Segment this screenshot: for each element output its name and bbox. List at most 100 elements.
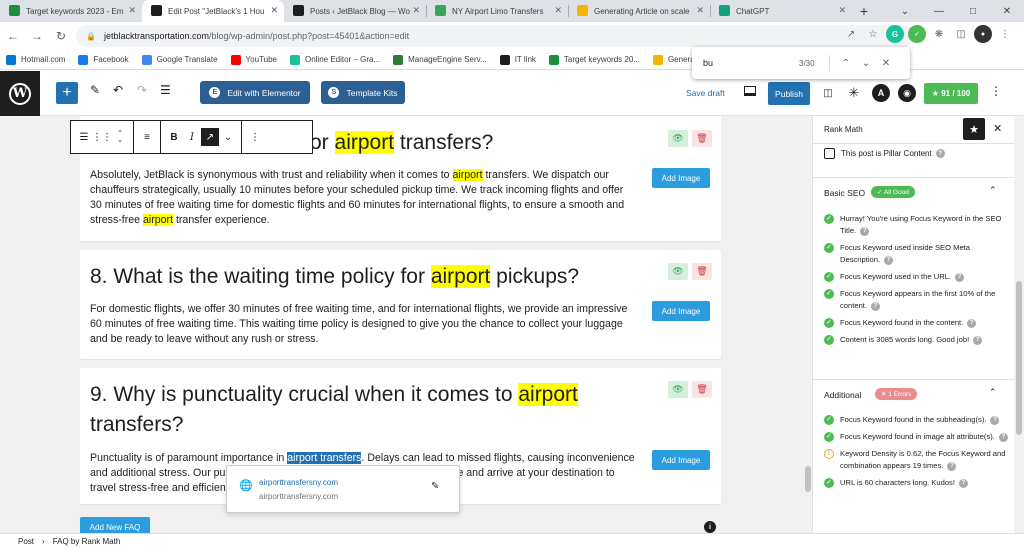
help-icon[interactable]: ?	[947, 461, 957, 471]
link-title[interactable]: airporttransfersny.com	[259, 478, 338, 487]
add-image-button[interactable]: Add Image	[652, 450, 710, 470]
eye-icon[interactable]: 👁	[668, 381, 688, 398]
address-bar[interactable]: 🔒 jetblacktransportation.com/blog/wp-adm…	[76, 25, 914, 47]
close-tab-icon[interactable]: ✕	[128, 5, 136, 16]
rank-math-score-button[interactable]: ★ 91 / 100	[924, 83, 978, 104]
bookmark-item[interactable]: ManageEngine Serv...	[387, 54, 494, 65]
save-draft-button[interactable]: Save draft	[686, 88, 725, 98]
eye-icon[interactable]: 👁	[668, 130, 688, 147]
new-tab-button[interactable]: +	[852, 0, 876, 22]
publish-button[interactable]: Publish	[768, 82, 810, 105]
move-up-down-icon[interactable]: ⌃ ⌄	[111, 128, 129, 146]
edit-with-elementor-button[interactable]: E Edit with Elementor	[200, 81, 310, 104]
tools-pen-icon[interactable]: ✎	[90, 83, 100, 97]
eye-icon[interactable]: 👁	[668, 263, 688, 280]
trash-icon[interactable]: 🗑	[692, 130, 712, 147]
faq-answer[interactable]: Absolutely, JetBlack is synonymous with …	[90, 168, 638, 228]
help-icon[interactable]: ?	[860, 226, 870, 236]
chevron-up-icon[interactable]: ⌃	[989, 185, 997, 196]
bookmark-item[interactable]: Google Translate	[136, 54, 225, 65]
preview-icon[interactable]	[744, 86, 756, 96]
close-tab-icon[interactable]: ✕	[838, 5, 846, 16]
reload-icon[interactable]: ↻	[50, 25, 72, 47]
browser-tab[interactable]: Edit Post "JetBlack's 1 Hou ✕	[142, 0, 284, 22]
bookmark-item[interactable]: YouTube	[225, 54, 284, 65]
grammarly-icon[interactable]: G	[886, 25, 904, 43]
trash-icon[interactable]: 🗑	[692, 381, 712, 398]
pin-star-icon[interactable]: ★	[963, 118, 985, 140]
close-tab-icon[interactable]: ✕	[270, 5, 278, 16]
wordpress-logo-icon[interactable]: W	[0, 71, 40, 116]
faq-question[interactable]: 9. Why is punctuality crucial when it co…	[90, 380, 630, 440]
bold-icon[interactable]: B	[165, 128, 183, 146]
find-close-icon[interactable]: ✕	[876, 58, 896, 69]
add-block-button[interactable]: +	[56, 82, 78, 104]
help-icon[interactable]: ?	[871, 301, 881, 311]
template-kits-button[interactable]: S Template Kits	[321, 81, 405, 104]
sidebar-scrollbar[interactable]	[1014, 116, 1024, 533]
help-icon[interactable]: ?	[990, 415, 1000, 425]
help-icon[interactable]: ?	[958, 478, 968, 488]
add-new-faq-button[interactable]: Add New FAQ	[80, 517, 150, 533]
yoast-like-plugin-icon[interactable]: ✳	[846, 85, 862, 101]
add-image-button[interactable]: Add Image	[652, 168, 710, 188]
document-overview-icon[interactable]: ☰	[160, 83, 171, 97]
faq-question[interactable]: or airport transfers?	[310, 128, 493, 158]
bookmark-item[interactable]: Hotmail.com	[0, 54, 72, 65]
scrollbar-thumb[interactable]	[1016, 281, 1022, 435]
list-view-icon[interactable]: ☰	[75, 128, 93, 146]
browser-tab[interactable]: Posts ‹ JetBlack Blog — Wo ✕	[284, 0, 426, 22]
find-input[interactable]: bu	[703, 58, 799, 68]
undo-icon[interactable]: ↶	[113, 83, 123, 97]
close-tab-icon[interactable]: ✕	[412, 5, 420, 16]
pillar-content-checkbox[interactable]: This post is Pillar Content ?	[824, 148, 945, 159]
italic-icon[interactable]: I	[183, 128, 201, 146]
canvas-scrollbar[interactable]	[804, 116, 812, 533]
close-window-button[interactable]: ✕	[990, 0, 1024, 22]
browser-tab[interactable]: ChatGPT ✕	[710, 0, 852, 22]
faq-question[interactable]: 8. What is the waiting time policy for a…	[90, 262, 579, 292]
bookmark-star-icon[interactable]: ☆	[864, 25, 882, 43]
align-icon[interactable]: ≡	[138, 128, 156, 146]
options-menu-icon[interactable]: ⋮	[990, 84, 1002, 98]
close-tab-icon[interactable]: ✕	[696, 5, 704, 16]
browser-tab[interactable]: NY Airport Limo Transfers ✕	[426, 0, 568, 22]
chevron-up-icon[interactable]: ⌃	[989, 387, 997, 398]
close-sidebar-icon[interactable]: ✕	[993, 122, 1002, 135]
link-icon[interactable]: ↗	[201, 128, 219, 146]
help-icon[interactable]: ?	[973, 335, 983, 345]
breadcrumb-current[interactable]: FAQ by Rank Math	[53, 537, 121, 546]
close-tab-icon[interactable]: ✕	[554, 5, 562, 16]
tab-search-icon[interactable]: ⌄	[888, 0, 922, 22]
basic-seo-header[interactable]: Basic SEO ✓ All Good ⌃	[813, 177, 1014, 205]
settings-sidebar-icon[interactable]: ◫	[820, 85, 836, 101]
help-icon[interactable]: ?	[967, 318, 977, 328]
help-icon[interactable]: ?	[955, 272, 965, 282]
find-next-icon[interactable]: ⌄	[856, 58, 876, 69]
minimize-button[interactable]: —	[922, 0, 956, 22]
browser-tab[interactable]: Generating Article on scale ✕	[568, 0, 710, 22]
maximize-button[interactable]: □	[956, 0, 990, 22]
breadcrumb-root[interactable]: Post	[18, 537, 34, 546]
drag-handle-icon[interactable]: ⋮⋮	[92, 128, 112, 146]
back-icon[interactable]: ←	[2, 25, 24, 47]
find-previous-icon[interactable]: ⌃	[836, 58, 856, 69]
bookmark-item[interactable]: Target keywords 20...	[543, 54, 647, 65]
share-icon[interactable]: ↗	[842, 25, 860, 43]
trash-icon[interactable]: 🗑	[692, 263, 712, 280]
plugin-a-icon[interactable]: A	[872, 84, 890, 102]
edit-link-icon[interactable]: ✎	[431, 481, 439, 492]
faq-answer[interactable]: For domestic flights, we offer 30 minute…	[90, 302, 638, 347]
checkbox-box[interactable]	[824, 148, 835, 159]
scrollbar-thumb[interactable]	[805, 466, 811, 492]
extensions-puzzle-icon[interactable]: ❋	[930, 25, 948, 43]
redo-icon[interactable]: ↷	[137, 83, 147, 97]
help-icon[interactable]: ?	[935, 149, 945, 158]
info-icon[interactable]: i	[704, 521, 716, 533]
add-image-button[interactable]: Add Image	[652, 301, 710, 321]
bookmark-item[interactable]: Online Editor – Gra...	[284, 54, 387, 65]
plugin-circle-icon[interactable]: ◉	[898, 84, 916, 102]
bookmark-item[interactable]: Facebook	[72, 54, 135, 65]
extension-green-icon[interactable]: ✓	[908, 25, 926, 43]
browser-menu-icon[interactable]: ⋮	[996, 25, 1014, 43]
